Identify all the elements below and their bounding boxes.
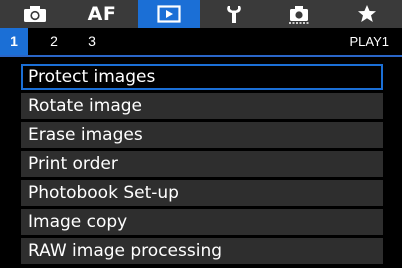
- menu-item-raw-image-processing[interactable]: RAW image processing: [21, 238, 383, 264]
- tab-af[interactable]: AF: [75, 0, 129, 28]
- tab-setup[interactable]: [207, 0, 261, 28]
- menu-item-protect-images[interactable]: Protect images: [21, 64, 383, 90]
- star-icon: [358, 5, 376, 22]
- menu-tab-bar: AF: [0, 0, 402, 28]
- menu-list: Protect images Rotate image Erase images…: [21, 64, 383, 267]
- menu-item-rotate-image[interactable]: Rotate image: [21, 93, 383, 119]
- page-tab-2[interactable]: 2: [44, 28, 64, 55]
- wrench-icon: [227, 6, 241, 23]
- tab-shooting[interactable]: [8, 0, 62, 28]
- menu-item-photobook-setup[interactable]: Photobook Set-up: [21, 180, 383, 206]
- play-icon: [157, 5, 181, 23]
- tab-mymenu[interactable]: [340, 0, 394, 28]
- page-tab-1[interactable]: 1: [0, 28, 28, 55]
- menu-item-erase-images[interactable]: Erase images: [21, 122, 383, 148]
- camera-icon: [24, 6, 46, 22]
- page-name-label: PLAY1: [349, 34, 389, 49]
- tab-playback[interactable]: [138, 0, 200, 28]
- menu-item-print-order[interactable]: Print order: [21, 151, 383, 177]
- tab-af-label: AF: [87, 3, 117, 25]
- menu-item-image-copy[interactable]: Image copy: [21, 209, 383, 235]
- page-tab-3[interactable]: 3: [82, 28, 102, 55]
- page-tabs-divider: [0, 55, 402, 57]
- tab-custom[interactable]: [272, 0, 326, 28]
- custom-functions-icon: [289, 6, 309, 24]
